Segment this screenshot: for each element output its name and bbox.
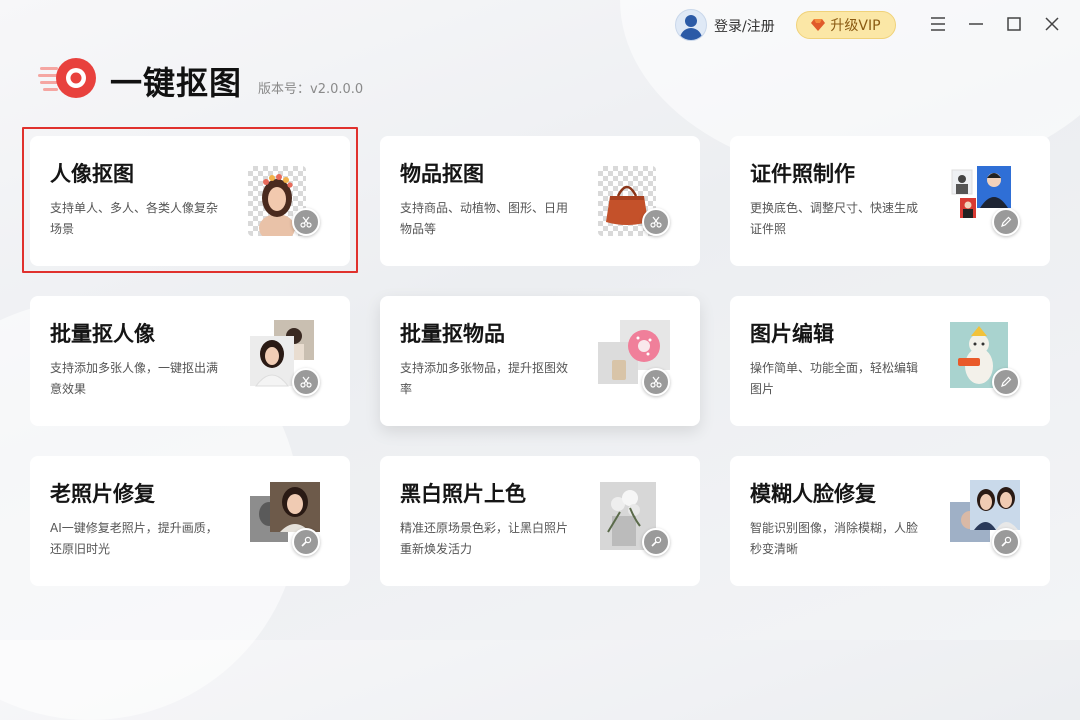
card-old-photo-repair[interactable]: 老照片修复 AI一键修复老照片，提升画质，还原旧时光 bbox=[30, 456, 350, 586]
card-title: 批量抠物品 bbox=[400, 322, 505, 346]
card-title: 模糊人脸修复 bbox=[750, 482, 876, 506]
version-label: 版本号：v2.0.0.0 bbox=[258, 82, 364, 97]
app-title: 一键抠图 bbox=[110, 64, 243, 102]
card-description: 支持单人、多人、各类人像复杂场景 bbox=[50, 201, 219, 236]
card-description: AI一键修复老照片，提升画质，还原旧时光 bbox=[50, 521, 218, 556]
wrench-icon bbox=[292, 528, 320, 556]
avatar-body bbox=[680, 28, 702, 40]
scissors-icon bbox=[292, 368, 320, 396]
vip-label: 升级VIP bbox=[830, 18, 881, 34]
scissors-icon bbox=[642, 368, 670, 396]
card-title: 黑白照片上色 bbox=[400, 482, 526, 506]
card-colorize-bw[interactable]: 黑白照片上色 精准还原场景色彩，让黑白照片重新焕发活力 bbox=[380, 456, 700, 586]
card-batch-portrait[interactable]: 批量抠人像 支持添加多张人像，一键抠出满意效果 bbox=[30, 296, 350, 426]
card-blurry-face-repair[interactable]: 模糊人脸修复 智能识别图像，消除模糊，人脸秒变清晰 bbox=[730, 456, 1050, 586]
scissors-icon bbox=[642, 208, 670, 236]
card-title: 物品抠图 bbox=[400, 162, 484, 186]
app-logo-icon bbox=[38, 58, 96, 98]
card-title: 批量抠人像 bbox=[50, 322, 155, 346]
wrench-icon bbox=[642, 528, 670, 556]
card-description: 支持添加多张物品，提升抠图效率 bbox=[400, 361, 569, 396]
avatar-head bbox=[685, 15, 697, 27]
menu-icon[interactable] bbox=[928, 14, 948, 34]
scissors-icon bbox=[292, 208, 320, 236]
card-description: 支持商品、动植物、图形、日用物品等 bbox=[400, 201, 569, 236]
card-id-photo[interactable]: 证件照制作 更换底色、调整尺寸、快速生成证件照 bbox=[730, 136, 1050, 266]
maximize-icon[interactable] bbox=[1004, 14, 1024, 34]
card-title: 证件照制作 bbox=[750, 162, 855, 186]
close-icon[interactable] bbox=[1042, 14, 1062, 34]
card-title: 老照片修复 bbox=[50, 482, 155, 506]
card-image-edit[interactable]: 图片编辑 操作简单、功能全面，轻松编辑图片 bbox=[730, 296, 1050, 426]
card-description: 精准还原场景色彩，让黑白照片重新焕发活力 bbox=[400, 521, 569, 556]
card-description: 智能识别图像，消除模糊，人脸秒变清晰 bbox=[750, 521, 919, 556]
card-description: 操作简单、功能全面，轻松编辑图片 bbox=[750, 361, 919, 396]
card-title: 人像抠图 bbox=[50, 162, 134, 186]
pencil-icon bbox=[992, 208, 1020, 236]
card-description: 支持添加多张人像，一键抠出满意效果 bbox=[50, 361, 219, 396]
minimize-icon[interactable] bbox=[966, 14, 986, 34]
diamond-icon bbox=[811, 19, 826, 31]
card-title: 图片编辑 bbox=[750, 322, 834, 346]
pencil-icon bbox=[992, 368, 1020, 396]
upgrade-vip-button[interactable]: 升级VIP bbox=[796, 11, 896, 39]
card-batch-object[interactable]: 批量抠物品 支持添加多张物品，提升抠图效率 bbox=[380, 296, 700, 426]
card-object-cutout[interactable]: 物品抠图 支持商品、动植物、图形、日用物品等 bbox=[380, 136, 700, 266]
card-description: 更换底色、调整尺寸、快速生成证件照 bbox=[750, 201, 919, 236]
card-portrait-cutout[interactable]: 人像抠图 支持单人、多人、各类人像复杂场景 bbox=[30, 136, 350, 266]
wrench-icon bbox=[992, 528, 1020, 556]
user-avatar[interactable] bbox=[675, 9, 707, 41]
login-register-link[interactable]: 登录/注册 bbox=[714, 16, 775, 36]
